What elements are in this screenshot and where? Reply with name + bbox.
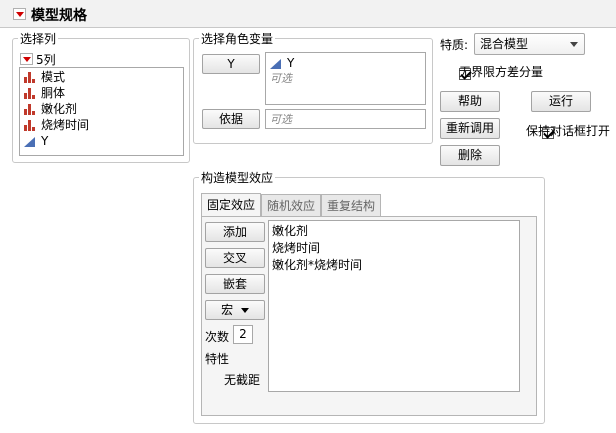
y-role-placeholder: 可选: [270, 72, 292, 85]
by-role-button[interactable]: 依据: [202, 109, 260, 129]
by-role-placeholder: 可选: [270, 113, 292, 126]
list-item[interactable]: 嫩化剂: [272, 223, 516, 240]
attributes-label: 特性: [205, 352, 230, 366]
no-intercept-label: 无截距: [224, 373, 261, 387]
model-effects-legend: 构造模型效应: [201, 171, 274, 185]
column-name: 胴体: [41, 86, 66, 100]
macros-button[interactable]: 宏: [205, 300, 265, 320]
list-item[interactable]: Y: [20, 133, 183, 149]
effects-list[interactable]: 嫩化剂 烧烤时间 嫩化剂*烧烤时间: [268, 220, 520, 392]
help-button[interactable]: 帮助: [440, 91, 500, 112]
nominal-column-icon: [24, 87, 36, 99]
chevron-down-icon: [570, 42, 578, 47]
columns-menu-icon[interactable]: [20, 53, 33, 65]
degree-label: 次数: [205, 330, 230, 344]
y-role-button[interactable]: Y: [202, 54, 260, 74]
run-button[interactable]: 运行: [531, 91, 591, 112]
personality-dropdown[interactable]: 混合模型: [474, 33, 585, 55]
select-columns-legend: 选择列: [20, 32, 57, 46]
column-name: 模式: [41, 70, 66, 84]
degree-input[interactable]: 2: [233, 325, 253, 344]
dropdown-arrow-icon: [240, 308, 249, 313]
column-count: 5列: [36, 53, 56, 67]
personality-selected: 混合模型: [480, 37, 529, 51]
page-title: 模型规格: [31, 8, 87, 24]
remove-button[interactable]: 删除: [440, 145, 500, 166]
keep-open-label: 保持对话框打开: [526, 124, 611, 138]
y-role-value: Y: [287, 56, 295, 70]
column-name: 烧烤时间: [41, 118, 90, 132]
cross-button[interactable]: 交叉: [205, 248, 265, 268]
add-button[interactable]: 添加: [205, 222, 265, 242]
personality-label: 特质:: [440, 38, 469, 52]
column-name: Y: [41, 134, 49, 148]
list-item[interactable]: 模式: [20, 69, 183, 85]
title-bar: 模型规格: [0, 0, 616, 28]
list-item[interactable]: 胴体: [20, 85, 183, 101]
unbounded-variance-label: 无界限方差分量: [459, 65, 544, 79]
nominal-column-icon: [24, 103, 36, 115]
nominal-column-icon: [24, 119, 36, 131]
continuous-column-icon: [24, 136, 36, 147]
macros-label: 宏: [221, 303, 234, 317]
list-item[interactable]: 嫩化剂: [20, 101, 183, 117]
list-item[interactable]: 烧烤时间: [272, 240, 516, 257]
tab-random-effects[interactable]: 随机效应: [261, 194, 322, 216]
tab-repeated-structure[interactable]: 重复结构: [321, 194, 382, 216]
y-role-slot[interactable]: Y 可选: [265, 52, 426, 105]
list-item[interactable]: 嫩化剂*烧烤时间: [272, 257, 516, 274]
continuous-column-icon: [270, 58, 282, 69]
roles-legend: 选择角色变量: [201, 32, 274, 46]
tab-fixed-effects[interactable]: 固定效应: [201, 193, 262, 216]
recall-button[interactable]: 重新调用: [440, 118, 500, 139]
by-role-slot[interactable]: 可选: [265, 109, 426, 129]
nest-button[interactable]: 嵌套: [205, 274, 265, 294]
list-item[interactable]: 烧烤时间: [20, 117, 183, 133]
nominal-column-icon: [24, 71, 36, 83]
red-triangle-menu-icon[interactable]: [13, 8, 26, 20]
column-list[interactable]: 模式 胴体 嫩化剂 烧烤时间 Y: [19, 67, 184, 156]
column-name: 嫩化剂: [41, 102, 78, 116]
